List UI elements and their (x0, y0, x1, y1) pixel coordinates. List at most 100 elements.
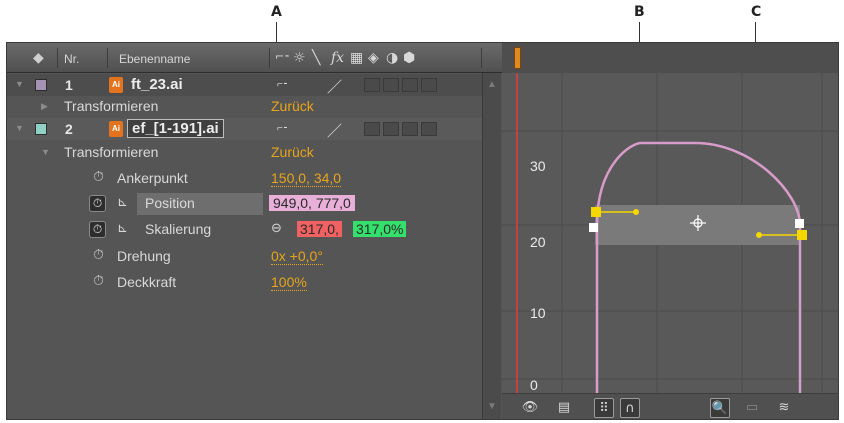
stopwatch-icon[interactable]: ⏱ (93, 169, 104, 185)
graph-type-icon[interactable]: ▤ (554, 398, 574, 418)
property-name: Deckkraft (117, 274, 177, 290)
layer-name[interactable]: ef_[1-191].ai (127, 119, 224, 138)
property-name: Skalierung (145, 221, 212, 237)
scale-y-value[interactable]: 317,0% (353, 221, 407, 237)
illustrator-file-icon: Ai (109, 77, 123, 93)
property-row-scale[interactable]: ⏱ ⊾ Skalierung ⊖ 317,0, 317,0% (7, 218, 482, 240)
layer-label-swatch[interactable] (35, 79, 47, 91)
fit-selection-zoom-icon[interactable]: 🔍 (710, 398, 730, 418)
callout-a: A (271, 4, 282, 20)
shy-icon[interactable]: ⌐⁃ (275, 50, 290, 63)
fx-icon[interactable]: fx (331, 50, 344, 66)
expand-triangle-icon[interactable]: ▶ (41, 101, 48, 112)
shy-switch-icon[interactable]: ⌐⁃ (277, 123, 289, 135)
value-curve[interactable] (595, 141, 802, 393)
layer-label-swatch[interactable] (35, 123, 47, 135)
transform-box-icon[interactable]: ⠿ (594, 398, 614, 418)
stopwatch-icon[interactable]: ⏱ (93, 247, 104, 263)
bezier-handle-point[interactable] (756, 232, 762, 238)
chain-link-icon[interactable]: ⊖ (271, 221, 282, 236)
layer-number: 1 (65, 77, 73, 93)
time-ruler[interactable] (502, 43, 838, 73)
label-tag-icon[interactable]: ◆ (33, 50, 44, 66)
slash-icon[interactable]: ╲ (312, 50, 320, 66)
scale-x-value[interactable]: 317,0, (297, 221, 342, 237)
layer-list-scrollbar[interactable]: ▲ ▼ (482, 73, 501, 419)
transform-box-corner[interactable] (795, 219, 804, 228)
header-divider (107, 48, 108, 68)
property-name[interactable]: Position (137, 193, 263, 215)
y-axis-tick-label: 20 (530, 234, 546, 250)
switch-box[interactable] (421, 122, 437, 136)
property-name: Ankerpunkt (117, 170, 188, 186)
scroll-up-arrow-icon[interactable]: ▲ (487, 79, 497, 90)
current-time-indicator[interactable] (514, 47, 521, 69)
graph-canvas[interactable] (502, 73, 839, 393)
film-icon[interactable]: ▦ (350, 50, 363, 66)
switch-box[interactable] (383, 78, 399, 92)
layer-number: 2 (65, 121, 73, 137)
reset-link[interactable]: Zurück (271, 144, 314, 160)
quality-switch-icon[interactable]: ／ (327, 120, 342, 141)
number-column-header[interactable]: Nr. (64, 52, 79, 66)
keyframe-1[interactable] (591, 207, 601, 217)
shy-switch-icon[interactable]: ⌐⁃ (277, 79, 289, 91)
property-row-position[interactable]: ⏱ ⊾ Position 949,0, 777,0 (7, 192, 482, 215)
header-divider (57, 48, 58, 68)
eye-icon[interactable]: 👁 (520, 398, 540, 418)
stopwatch-active-icon[interactable]: ⏱ (89, 221, 106, 238)
graph-editor-toolbar: 👁 ▤ ⠿ ∩ 🔍 ▭ ≋ (502, 393, 838, 419)
transform-label: Transformieren (64, 98, 159, 114)
scroll-down-arrow-icon[interactable]: ▼ (487, 401, 497, 412)
expand-triangle-icon[interactable]: ▼ (15, 79, 24, 89)
switch-box[interactable] (383, 122, 399, 136)
sphere-icon[interactable]: ◈ (368, 50, 379, 66)
graph-toggle-icon[interactable]: ⊾ (117, 221, 128, 236)
circle-half-icon[interactable]: ◑ (386, 50, 398, 66)
property-row-rotation[interactable]: ⏱ Drehung 0x +0,0° (7, 245, 482, 267)
transform-group-row[interactable]: ▼ Transformieren Zurück (7, 142, 482, 164)
bezier-handle-point[interactable] (633, 209, 639, 215)
illustrator-file-icon: Ai (109, 121, 123, 137)
quality-switch-icon[interactable]: ／ (327, 76, 342, 97)
property-row-opacity[interactable]: ⏱ Deckkraft 100% (7, 271, 482, 293)
layer-row-2[interactable]: ▼ 2 Ai ef_[1-191].ai ⌐⁃ ／ (7, 118, 482, 140)
reset-link[interactable]: Zurück (271, 98, 314, 114)
stopwatch-active-icon[interactable]: ⏱ (89, 195, 106, 212)
header-divider (269, 48, 270, 68)
y-axis-tick-label: 10 (530, 305, 546, 321)
transform-group-row[interactable]: ▶ Transformieren Zurück (7, 96, 482, 118)
property-value[interactable]: 100% (271, 274, 307, 291)
property-value[interactable]: 0x +0,0° (271, 248, 323, 265)
graph-toggle-icon[interactable]: ⊾ (117, 195, 128, 210)
layer-name[interactable]: ft_23.ai (131, 76, 183, 93)
sun-icon[interactable]: ☼ (293, 50, 306, 66)
switch-box[interactable] (402, 78, 418, 92)
switch-box[interactable] (364, 122, 380, 136)
callout-c: C (751, 4, 762, 20)
property-value[interactable]: 150,0, 34,0 (271, 170, 342, 187)
switch-box[interactable] (364, 78, 380, 92)
graph-editor[interactable]: 30 20 10 0 (502, 73, 839, 393)
expand-triangle-icon[interactable]: ▼ (41, 147, 50, 157)
layer-name-column-header[interactable]: Ebenenname (119, 52, 190, 66)
switch-box[interactable] (402, 122, 418, 136)
y-axis-tick-label: 0 (530, 377, 538, 393)
snap-magnet-icon[interactable]: ∩ (620, 398, 640, 418)
transform-label: Transformieren (64, 144, 159, 160)
timeline-panel: ◆ Nr. Ebenenname ⌐⁃ ☼ ╲ fx ▦ ◈ ◑ ⬢ ▼ 1 A… (6, 42, 839, 420)
stopwatch-icon[interactable]: ⏱ (93, 273, 104, 289)
header-divider (481, 48, 482, 68)
fit-all-icon[interactable]: ▭ (742, 398, 762, 418)
property-value[interactable]: 949,0, 777,0 (269, 195, 355, 211)
cube-icon[interactable]: ⬢ (403, 50, 415, 66)
keyframe-2[interactable] (797, 230, 807, 240)
callout-b: B (634, 4, 645, 20)
auto-zoom-icon[interactable]: ≋ (774, 398, 794, 418)
switch-box[interactable] (421, 78, 437, 92)
expand-triangle-icon[interactable]: ▼ (15, 123, 24, 133)
property-row-anchor-point[interactable]: ⏱ Ankerpunkt 150,0, 34,0 (7, 167, 482, 189)
layer-row-1[interactable]: ▼ 1 Ai ft_23.ai ⌐⁃ ／ (7, 74, 482, 96)
transform-box-corner[interactable] (589, 223, 598, 232)
y-axis-tick-label: 30 (530, 158, 546, 174)
